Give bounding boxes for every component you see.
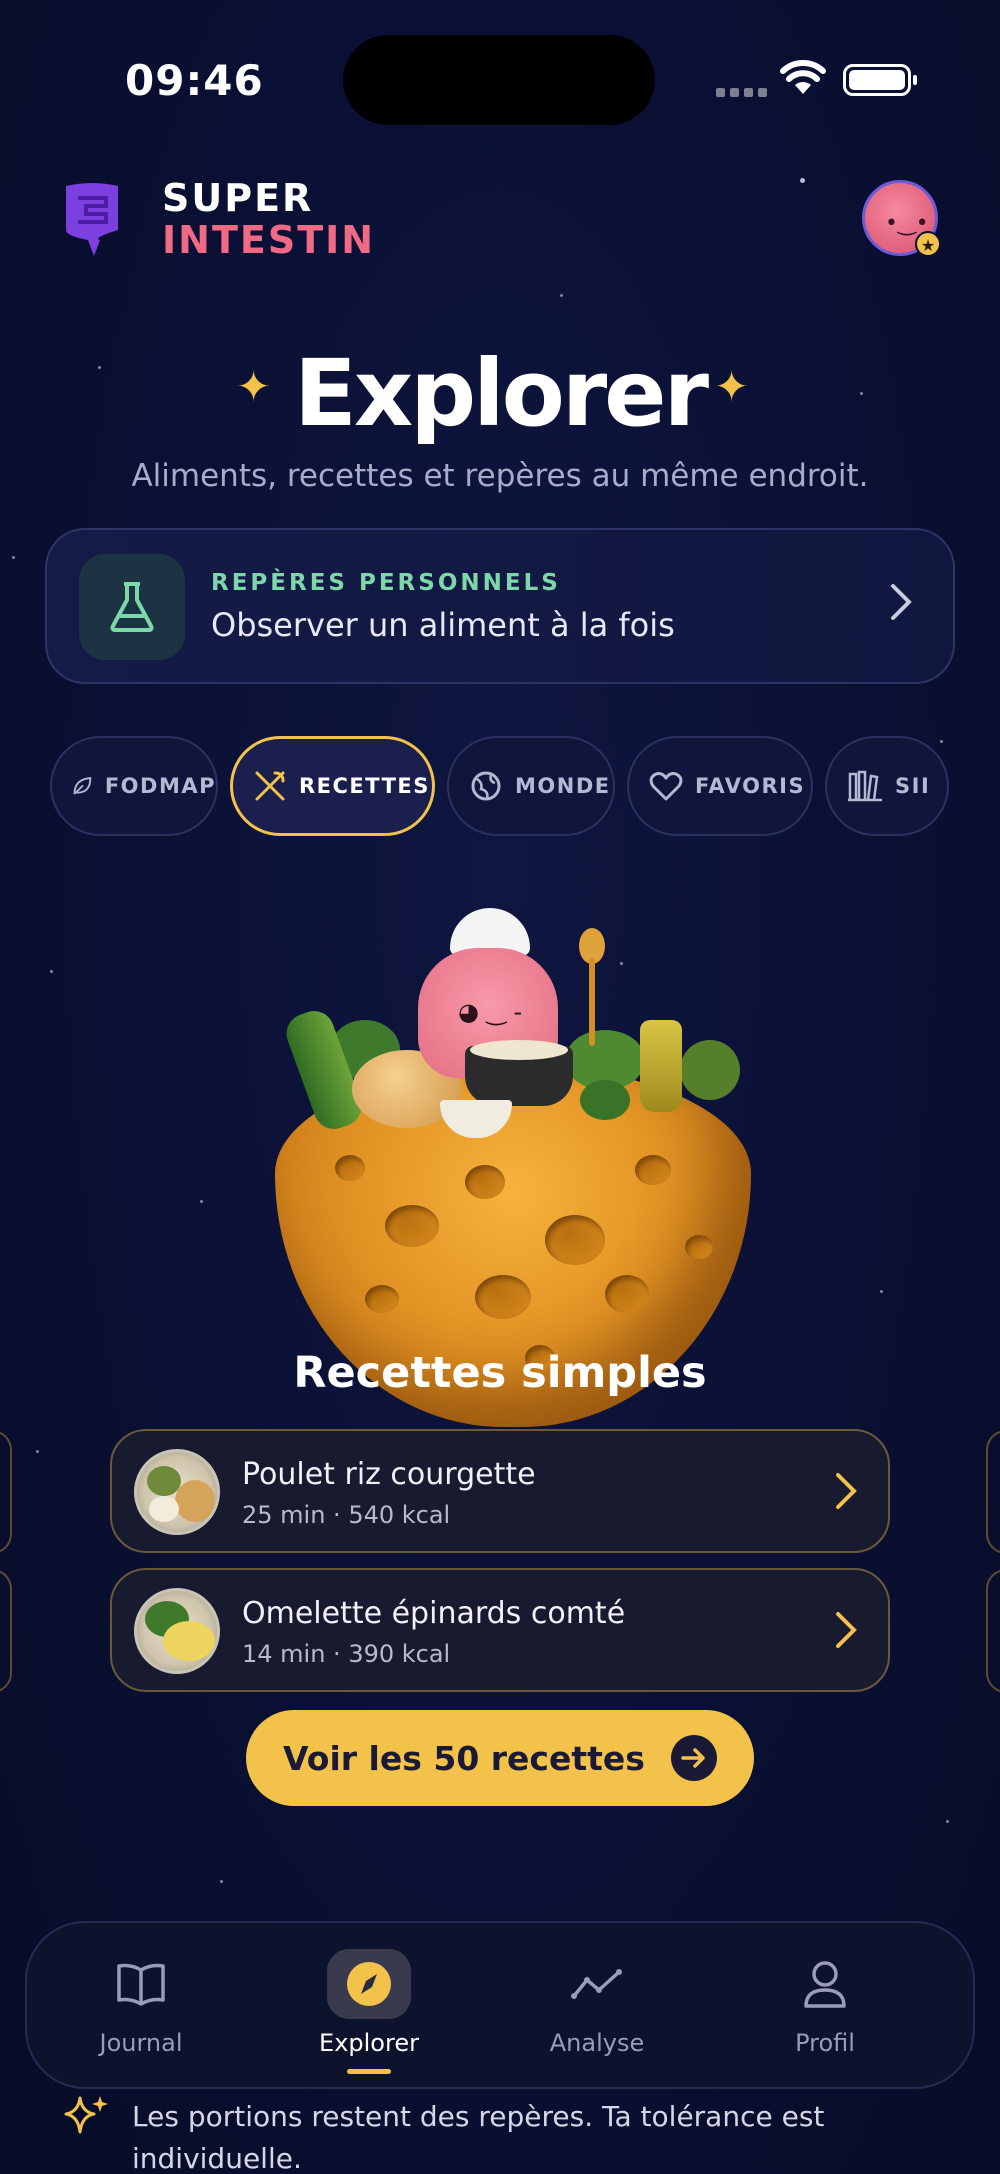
carousel-peek-right (986, 1569, 1000, 1693)
carousel-peek-left (0, 1430, 12, 1554)
chevron-right-icon (836, 1612, 857, 1648)
recipe-meta: 25 min · 540 kcal (242, 1501, 451, 1529)
tab-label: SII (895, 774, 931, 798)
brand-name-line2: INTESTIN (162, 218, 376, 262)
recipe-thumbnail (134, 1588, 220, 1674)
tab-label: RECETTES (299, 774, 430, 798)
recipe-card[interactable]: Omelette épinards comté 14 min · 390 kca… (110, 1568, 890, 1692)
nav-profil[interactable]: Profil (711, 1923, 939, 2091)
nav-label: Analyse (549, 2029, 645, 2057)
page-title: Explorer (294, 340, 709, 447)
see-all-recipes-button[interactable]: Voir les 50 recettes (246, 1710, 754, 1806)
cta-label: Voir les 50 recettes (283, 1738, 645, 1778)
globe-icon (471, 771, 501, 801)
nav-label: Profil (795, 2029, 855, 2057)
dynamic-island (343, 35, 655, 125)
compass-icon (327, 1949, 411, 2019)
disclaimer-text: Les portions restent des repères. Ta tol… (132, 2100, 825, 2174)
chevron-right-icon (891, 584, 912, 620)
status-time: 09:46 (125, 56, 264, 105)
tab-label: MONDE (515, 774, 611, 798)
tab-label: FODMAP (104, 774, 216, 798)
reperes-personnels-card[interactable]: REPÈRES PERSONNELS Observer un aliment à… (45, 528, 955, 684)
sparkle-icon: ✦ (714, 362, 750, 411)
profile-avatar[interactable]: •‿• ★ (862, 180, 941, 257)
recipe-meta: 14 min · 390 kcal (242, 1640, 451, 1668)
active-indicator (347, 2069, 391, 2074)
sparkles-icon (64, 2096, 108, 2134)
book-icon (99, 1949, 183, 2019)
recipe-thumbnail (134, 1449, 220, 1535)
flask-icon (79, 554, 185, 660)
tab-label: FAVORIS (695, 774, 806, 798)
nav-label: Journal (99, 2029, 183, 2057)
line-chart-icon (555, 1949, 639, 2019)
bottom-tab-bar: Journal Explorer Analyse Profil (25, 1921, 975, 2089)
heart-icon (649, 772, 683, 801)
cellular-signal-icon (716, 88, 767, 97)
utensils-icon (255, 771, 285, 801)
section-title: Recettes simples (293, 1348, 707, 1398)
card-text: Observer un aliment à la fois (211, 606, 675, 644)
books-icon (848, 770, 882, 802)
recipe-name: Poulet riz courgette (242, 1457, 536, 1492)
arrow-right-icon (670, 1735, 717, 1781)
tab-fodmap[interactable]: FODMAP (50, 736, 218, 836)
status-bar: 09:46 (0, 0, 1000, 170)
carousel-peek-right (986, 1430, 1000, 1554)
card-kicker: REPÈRES PERSONNELS (211, 570, 561, 596)
star-badge-icon: ★ (915, 231, 941, 257)
nav-analyse[interactable]: Analyse (483, 1923, 711, 2091)
tab-favoris[interactable]: FAVORIS (627, 736, 813, 836)
recipe-card[interactable]: Poulet riz courgette 25 min · 540 kcal (110, 1429, 890, 1553)
tab-recettes[interactable]: RECETTES (230, 736, 435, 836)
carousel-peek-left (0, 1569, 12, 1693)
tab-sii[interactable]: SII (825, 736, 949, 836)
wifi-icon (780, 60, 826, 94)
battery-icon (843, 64, 917, 96)
leaf-icon (73, 777, 92, 795)
brand-name-line1: SUPER (162, 176, 314, 220)
nav-journal[interactable]: Journal (27, 1923, 255, 2091)
page-subtitle: Aliments, recettes et repères au même en… (131, 458, 869, 494)
user-icon (783, 1949, 867, 2019)
recipe-name: Omelette épinards comté (242, 1596, 626, 1631)
nav-label: Explorer (319, 2029, 419, 2057)
tab-monde[interactable]: MONDE (447, 736, 615, 836)
intestine-logo-icon (66, 183, 118, 256)
chevron-right-icon (836, 1473, 857, 1509)
nav-explorer[interactable]: Explorer (255, 1923, 483, 2091)
